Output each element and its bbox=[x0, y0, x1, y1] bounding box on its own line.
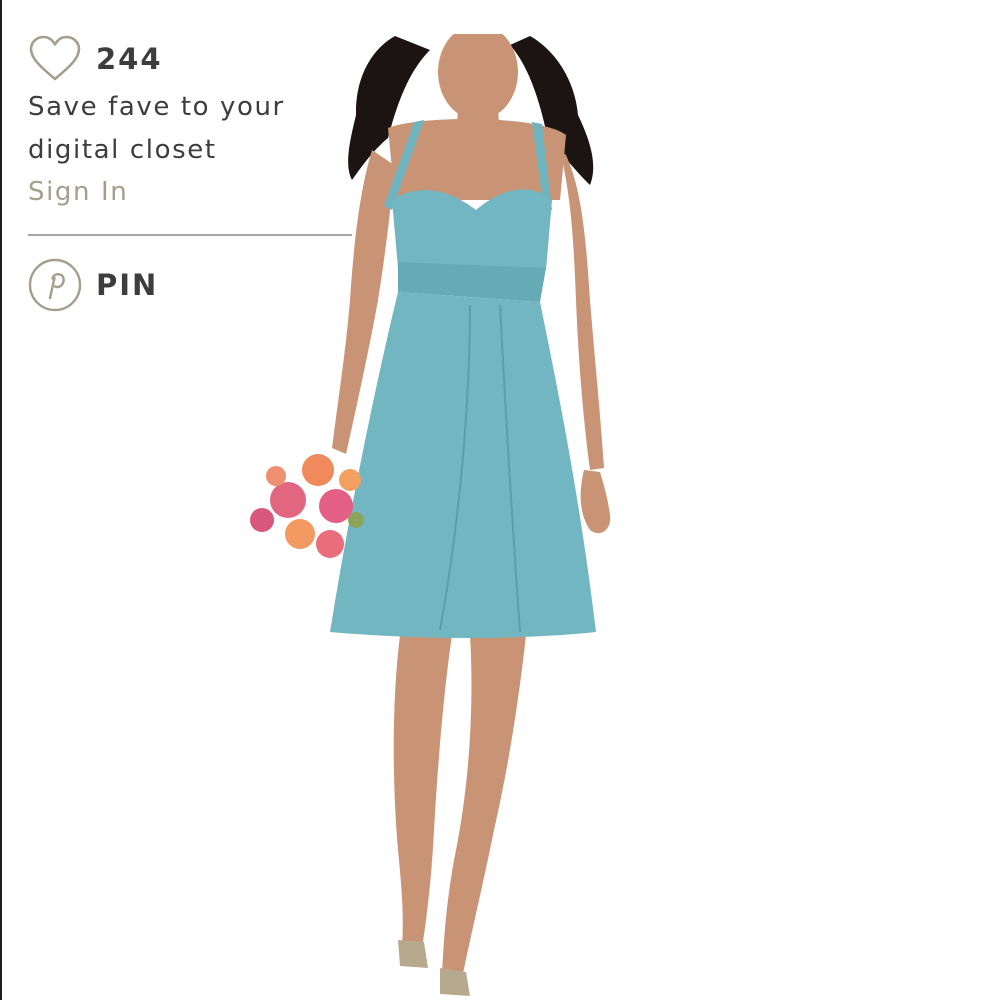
fave-prompt-line-1: Save fave to your bbox=[28, 92, 285, 122]
fave-prompt: Save fave to your digital closet bbox=[28, 86, 352, 172]
pin-button[interactable]: PIN bbox=[28, 258, 352, 312]
pin-label: PIN bbox=[96, 268, 159, 302]
fave-prompt-line-2: digital closet bbox=[28, 135, 217, 165]
pinterest-icon[interactable] bbox=[28, 258, 82, 312]
divider bbox=[28, 234, 352, 236]
fave-button[interactable]: 244 bbox=[28, 34, 352, 84]
fave-count: 244 bbox=[96, 42, 163, 76]
left-edge-border bbox=[0, 0, 2, 1000]
sign-in-link[interactable]: Sign In bbox=[28, 172, 128, 212]
fave-panel: 244 Save fave to your digital closet Sig… bbox=[28, 34, 352, 312]
heart-icon[interactable] bbox=[28, 35, 82, 83]
